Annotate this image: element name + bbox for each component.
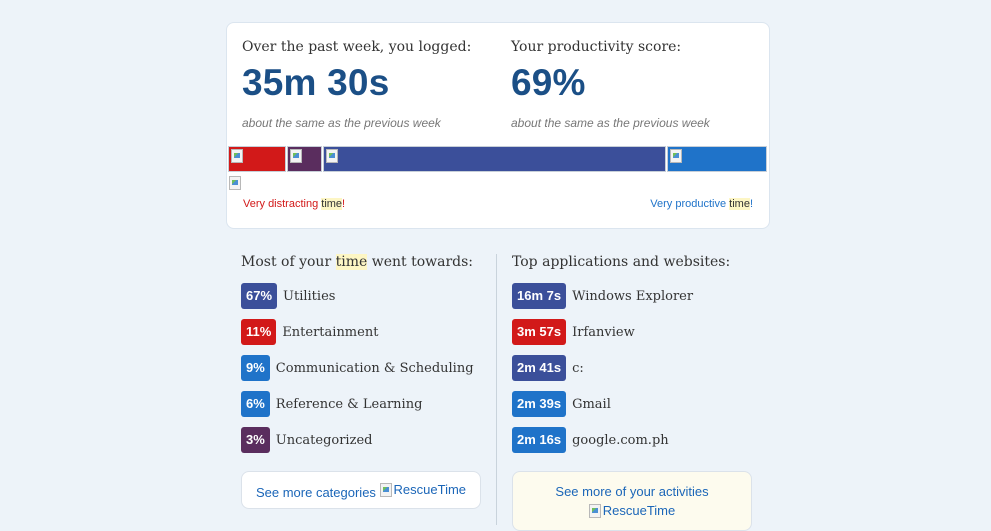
applications-list: 16m 7s Windows Explorer 3m 57s Irfanview 2m … (512, 283, 762, 453)
application-row[interactable]: 16m 7s Windows Explorer (512, 283, 762, 309)
application-label[interactable]: c: (572, 361, 584, 376)
see-more-categories-link[interactable]: See more categories (256, 485, 376, 500)
productivity-score-label: Your productivity score: (511, 39, 682, 55)
bar-segment-distracting (287, 146, 322, 172)
category-row[interactable]: 67% Utilities (241, 283, 491, 309)
application-row[interactable]: 2m 16s google.com.ph (512, 427, 762, 453)
application-label[interactable]: Irfanview (572, 325, 635, 340)
productivity-score-note: about the same as the previous week (511, 116, 710, 130)
see-more-categories-button[interactable]: See more categories RescueTime (241, 471, 481, 509)
category-row[interactable]: 6% Reference & Learning (241, 391, 491, 417)
category-row[interactable]: 9% Communication & Scheduling (241, 355, 491, 381)
column-divider (496, 254, 497, 525)
rescuetime-alt-text: RescueTime (602, 503, 676, 518)
legend-right-suffix: ! (749, 198, 753, 210)
broken-image-icon (229, 176, 241, 190)
weekly-summary-card: Over the past week, you logged: 35m 30s … (226, 22, 770, 229)
category-badge: 11% (241, 319, 277, 345)
categories-heading: Most of your time went towards: (241, 254, 491, 274)
legend-very-distracting: Very distracting time! (243, 198, 345, 210)
rescuetime-logo: RescueTime (379, 472, 467, 508)
categories-heading-post: went towards: (367, 254, 474, 270)
rescuetime-alt-text: RescueTime (393, 482, 467, 497)
category-badge: 3% (241, 427, 270, 453)
application-label[interactable]: google.com.ph (572, 433, 669, 448)
applications-section: Top applications and websites: 16m 7s Win… (512, 254, 762, 453)
time-logged-stat: Over the past week, you logged: 35m 30s … (242, 39, 492, 130)
categories-section: Most of your time went towards: 67% Utili… (241, 254, 491, 453)
time-logged-value: 35m 30s (242, 62, 390, 103)
application-badge: 16m 7s (512, 283, 567, 309)
application-row[interactable]: 3m 57s Irfanview (512, 319, 762, 345)
category-row[interactable]: 3% Uncategorized (241, 427, 491, 453)
category-label[interactable]: Entertainment (282, 325, 378, 340)
categories-heading-pre: Most of your (241, 254, 336, 270)
application-badge: 2m 41s (512, 355, 567, 381)
productivity-bar (227, 146, 769, 174)
category-label[interactable]: Communication & Scheduling (276, 361, 474, 376)
broken-image-icon (290, 149, 302, 163)
application-badge: 3m 57s (512, 319, 567, 345)
broken-image-icon (326, 149, 338, 163)
broken-image-icon (231, 149, 243, 163)
legend-left-suffix: ! (342, 198, 346, 210)
category-row[interactable]: 11% Entertainment (241, 319, 491, 345)
category-label[interactable]: Reference & Learning (276, 397, 423, 412)
application-badge: 2m 16s (512, 427, 567, 453)
category-label[interactable]: Uncategorized (276, 433, 373, 448)
application-label[interactable]: Gmail (572, 397, 611, 412)
application-label[interactable]: Windows Explorer (572, 289, 693, 304)
productivity-score-value: 69% (511, 62, 586, 103)
bar-segment-very-distracting (228, 146, 286, 172)
legend-right-highlight: time (729, 198, 750, 210)
time-logged-note: about the same as the previous week (242, 116, 441, 130)
bar-segment-productive (667, 146, 767, 172)
application-row[interactable]: 2m 41s c: (512, 355, 762, 381)
broken-image-icon (670, 149, 682, 163)
see-more-activities-link[interactable]: See more of your activities (513, 482, 751, 501)
category-label[interactable]: Utilities (283, 289, 335, 304)
application-row[interactable]: 2m 39s Gmail (512, 391, 762, 417)
category-badge: 6% (241, 391, 270, 417)
legend-very-productive: Very productive time! (650, 198, 753, 210)
time-logged-label: Over the past week, you logged: (242, 39, 472, 55)
broken-image-icon (588, 503, 601, 518)
see-more-activities-button[interactable]: See more of your activities RescueTime (512, 471, 752, 531)
broken-image-icon (379, 483, 392, 497)
legend-left-highlight: time (321, 198, 343, 210)
rescuetime-logo: RescueTime (588, 501, 676, 520)
productivity-score-stat: Your productivity score: 69% about the s… (511, 39, 761, 130)
category-badge: 9% (241, 355, 270, 381)
category-badge: 67% (241, 283, 278, 309)
legend-right-text: Very productive (650, 198, 730, 210)
legend-left-text: Very distracting (243, 198, 322, 210)
categories-heading-highlight: time (335, 254, 368, 270)
bar-segment-neutral (323, 146, 666, 172)
application-badge: 2m 39s (512, 391, 567, 417)
categories-list: 67% Utilities 11% Entertainment 9% Communicat… (241, 283, 491, 453)
applications-heading: Top applications and websites: (512, 254, 731, 270)
